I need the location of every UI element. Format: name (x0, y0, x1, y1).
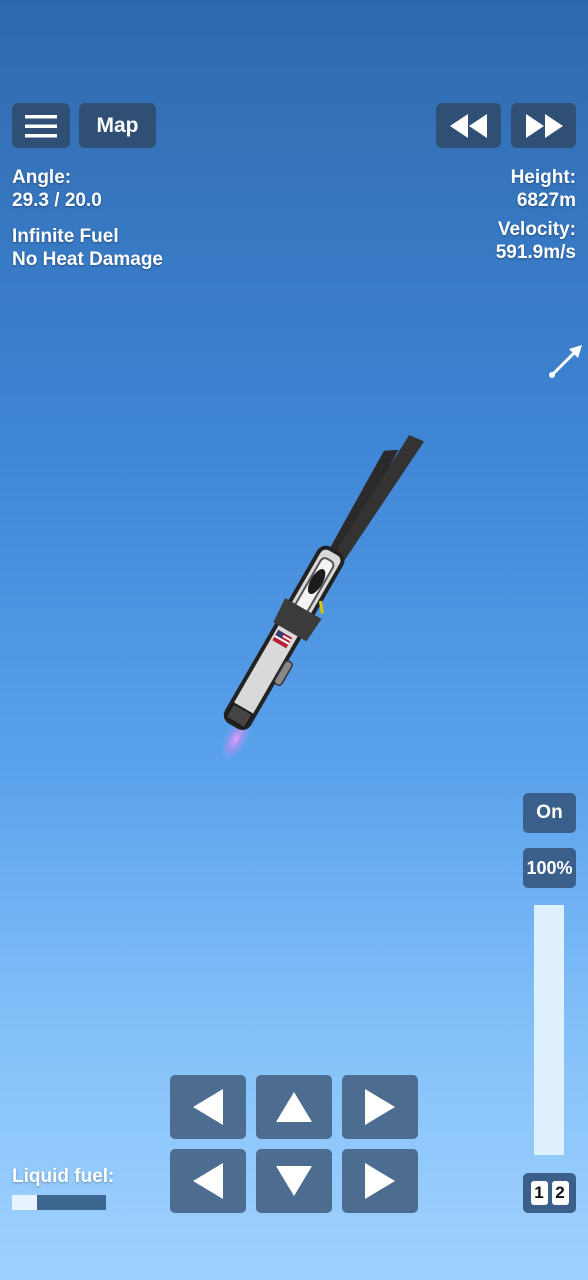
rocket-sprite (220, 435, 425, 761)
thrust-up-button[interactable] (256, 1075, 332, 1139)
fast-forward-icon (525, 113, 563, 138)
throttle-percent-button[interactable]: 100% (523, 848, 576, 888)
stage-2-label: 2 (551, 1181, 569, 1205)
infinite-fuel-label: Infinite Fuel (12, 226, 119, 247)
fast-forward-button[interactable] (511, 103, 576, 148)
move-left-icon (193, 1163, 223, 1199)
cheats-status: Infinite Fuel No Heat Damage (12, 225, 163, 271)
velocity-arrow-icon (549, 345, 582, 378)
angle-readout: Angle: 29.3 / 20.0 (12, 166, 102, 212)
liquid-fuel-bar-fill (12, 1195, 38, 1210)
height-readout: Height: 6827m (511, 166, 576, 212)
rotate-right-icon (365, 1089, 395, 1125)
velocity-value: 591.9m/s (495, 242, 576, 263)
engine-toggle-button[interactable]: On (523, 793, 576, 833)
rotate-left-icon (193, 1089, 223, 1125)
rotate-right-button[interactable] (342, 1075, 418, 1139)
thrust-down-icon (276, 1166, 312, 1196)
rewind-icon (449, 113, 487, 138)
no-heat-damage-label: No Heat Damage (12, 249, 163, 270)
velocity-label: Velocity: (497, 219, 576, 240)
stage-buttons[interactable]: 1 2 (523, 1173, 576, 1213)
stage-1-label: 1 (530, 1181, 548, 1205)
height-value: 6827m (516, 190, 576, 211)
throttle-slider-fill (534, 905, 564, 1155)
velocity-readout: Velocity: 591.9m/s (496, 218, 576, 264)
hamburger-menu-icon (25, 114, 57, 137)
thrust-up-icon (276, 1092, 312, 1122)
move-right-icon (365, 1163, 395, 1199)
move-left-button[interactable] (170, 1149, 246, 1213)
menu-button[interactable] (12, 103, 70, 148)
liquid-fuel-label: Liquid fuel: (12, 1166, 115, 1187)
map-button[interactable]: Map (79, 103, 156, 148)
angle-label: Angle: (12, 167, 72, 188)
thrust-down-button[interactable] (256, 1149, 332, 1213)
angle-value: 29.3 / 20.0 (12, 190, 102, 211)
throttle-slider[interactable] (534, 905, 564, 1155)
liquid-fuel-bar (12, 1195, 106, 1210)
rotate-left-button[interactable] (170, 1075, 246, 1139)
move-right-button[interactable] (342, 1149, 418, 1213)
height-label: Height: (510, 167, 576, 188)
rewind-button[interactable] (436, 103, 501, 148)
